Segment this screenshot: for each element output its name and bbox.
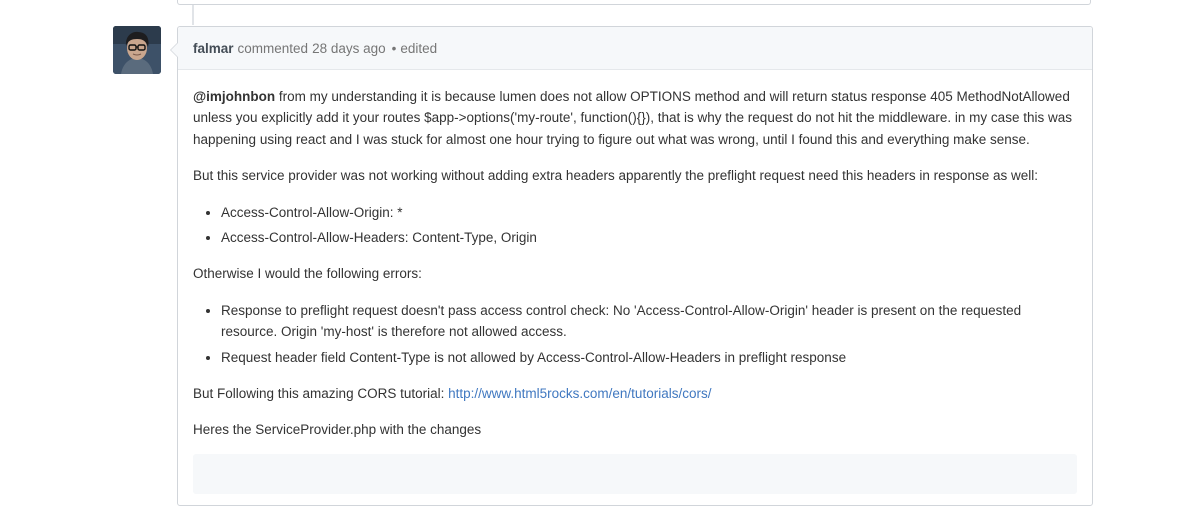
- header-separator: •: [391, 40, 397, 56]
- code-block: [193, 453, 1077, 494]
- list-item: Request header field Content-Type is not…: [221, 347, 1077, 368]
- paragraph-3: Otherwise I would the following errors:: [193, 266, 422, 282]
- comment-action: commented: [237, 40, 309, 56]
- timeline-line: [192, 5, 194, 25]
- cors-tutorial-link[interactable]: http://www.html5rocks.com/en/tutorials/c…: [448, 386, 711, 401]
- comment-timestamp-link[interactable]: 28 days ago: [312, 41, 386, 56]
- list-item: Access-Control-Allow-Origin: *: [221, 202, 1077, 223]
- edited-history-link[interactable]: edited: [400, 41, 437, 56]
- paragraph-5: Heres the ServiceProvider.php with the c…: [193, 422, 482, 438]
- comment-header: falmar commented 28 days ago • edited: [178, 27, 1092, 70]
- errors-list: Response to preflight request doesn't pa…: [193, 300, 1077, 368]
- list-item: Access-Control-Allow-Headers: Content-Ty…: [221, 227, 1077, 248]
- user-avatar-icon: [113, 26, 161, 74]
- list-item: Response to preflight request doesn't pa…: [221, 300, 1077, 343]
- user-mention-link[interactable]: @imjohnbon: [193, 89, 275, 104]
- previous-comment-box: [177, 0, 1091, 5]
- paragraph-1-text: from my understanding it is because lume…: [193, 89, 1072, 147]
- comment-body: @imjohnbon from my understanding it is b…: [178, 70, 1092, 494]
- avatar[interactable]: [113, 26, 161, 74]
- comment-author-link[interactable]: falmar: [193, 41, 234, 56]
- comment-container: falmar commented 28 days ago • edited @i…: [170, 26, 1093, 506]
- paragraph-2: But this service provider was not workin…: [193, 168, 1038, 184]
- paragraph-1: @imjohnbon from my understanding it is b…: [193, 86, 1077, 150]
- paragraph-4: But Following this amazing CORS tutorial…: [193, 383, 1077, 404]
- paragraph-4-text: But Following this amazing CORS tutorial…: [193, 386, 445, 402]
- headers-list: Access-Control-Allow-Origin: * Access-Co…: [193, 202, 1077, 249]
